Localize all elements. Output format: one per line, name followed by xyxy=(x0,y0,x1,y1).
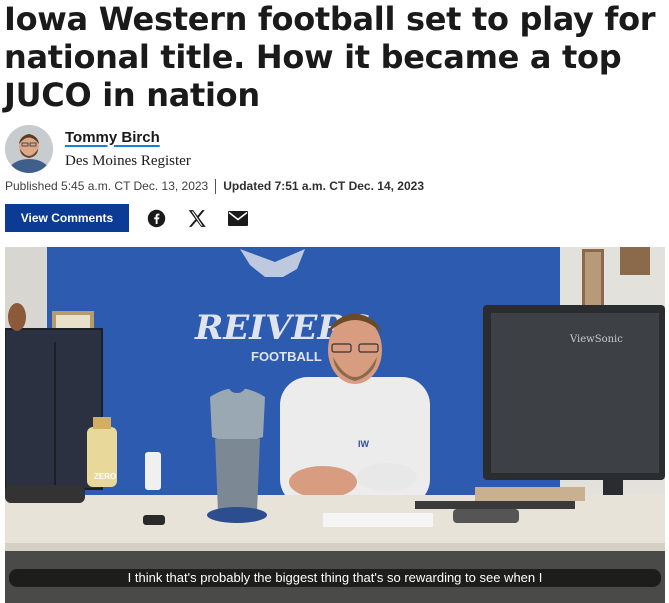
video-caption: I think that's probably the biggest thin… xyxy=(9,569,661,587)
email-icon[interactable] xyxy=(228,210,248,226)
publication-name: Des Moines Register xyxy=(65,152,191,169)
article-headline: Iowa Western football set to play for na… xyxy=(4,0,656,114)
published-date: Published 5:45 a.m. CT Dec. 13, 2023 xyxy=(5,179,209,193)
byline: Tommy Birch Des Moines Register xyxy=(5,124,191,174)
author-name-link[interactable]: Tommy Birch xyxy=(65,127,191,149)
article-actions: View Comments xyxy=(5,204,269,232)
video-frame: REIVERS FOOTBALL ViewSonic IW ZERO xyxy=(5,247,665,603)
shirt-logo: IW xyxy=(358,439,370,449)
article-dates: Published 5:45 a.m. CT Dec. 13, 2023 Upd… xyxy=(5,178,424,194)
x-icon[interactable] xyxy=(187,209,207,228)
monitor-brand: ViewSonic xyxy=(569,334,623,345)
date-divider xyxy=(215,178,217,194)
bottle-label: ZERO xyxy=(94,472,116,481)
share-bar xyxy=(147,209,269,228)
video-player[interactable]: REIVERS FOOTBALL ViewSonic IW ZERO I thi… xyxy=(5,247,665,603)
view-comments-button[interactable]: View Comments xyxy=(5,204,129,232)
wall-sign-subtext: FOOTBALL xyxy=(251,349,322,364)
updated-date: Updated 7:51 a.m. CT Dec. 14, 2023 xyxy=(223,179,424,193)
facebook-icon[interactable] xyxy=(147,209,166,228)
author-avatar[interactable] xyxy=(5,125,53,173)
